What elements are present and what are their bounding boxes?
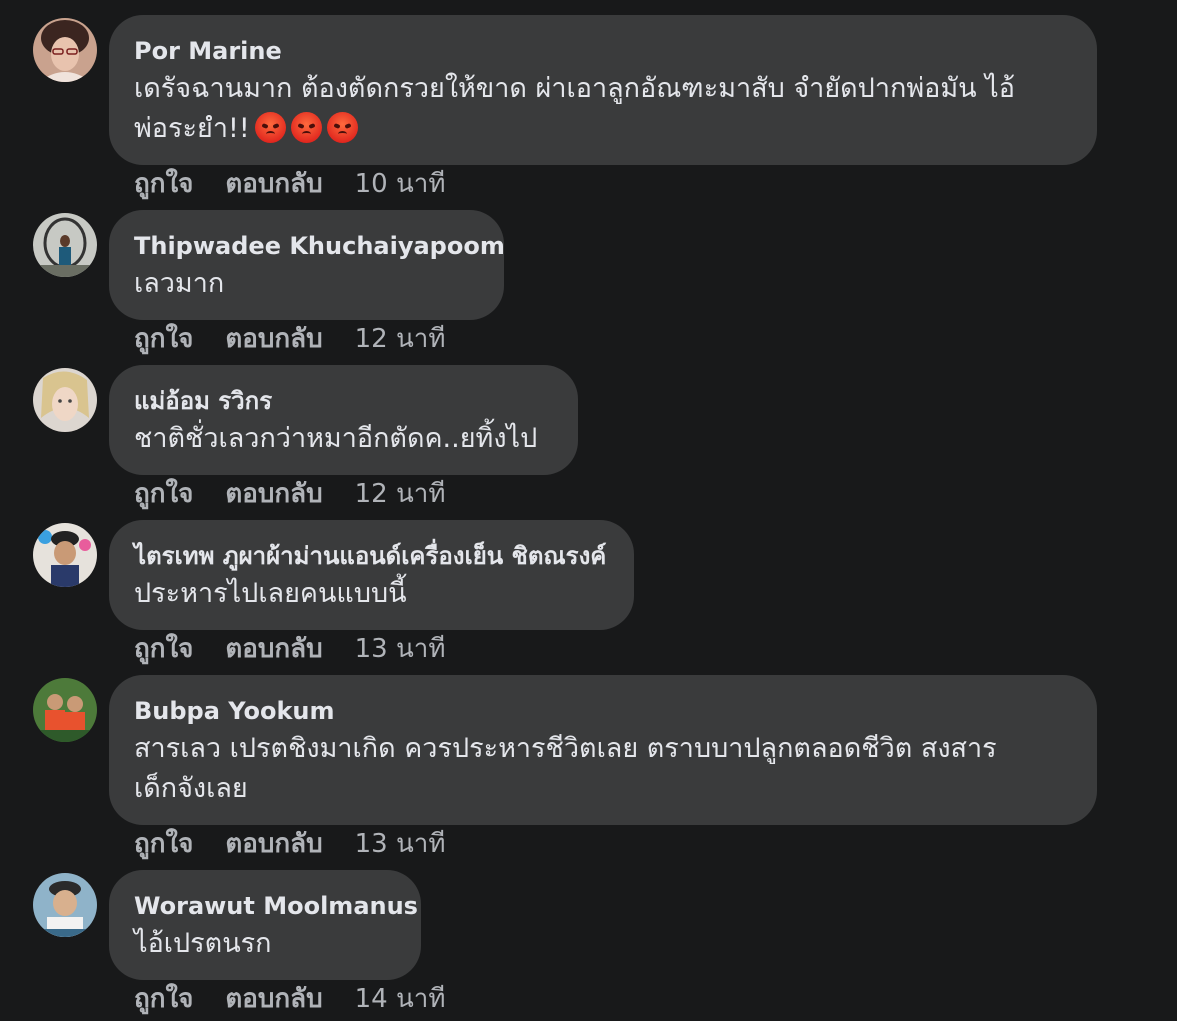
avatar[interactable] xyxy=(33,213,97,277)
comment-actions: ถูกใจ ตอบกลับ 10 นาที xyxy=(134,167,477,201)
comment-author[interactable]: ไตรเทพ ภูผาผ้าม่านแอนด์เครื่องเย็น ชิตณร… xyxy=(134,540,610,572)
comment-bubble: แม่อ้อม รวิกร ชาติชั่วเลวกว่าหมาอีกตัดค.… xyxy=(109,365,578,475)
avatar[interactable] xyxy=(33,523,97,587)
comment-text: เลวมาก xyxy=(134,268,225,299)
like-link[interactable]: ถูกใจ xyxy=(134,479,193,509)
comment-author[interactable]: Worawut Moolmanus xyxy=(134,890,418,922)
comment-bubble: Worawut Moolmanus ไอ้เปรตนรก xyxy=(109,870,421,980)
pouting-face-icon xyxy=(254,112,286,143)
comment-text: ประหารไปเลยคนแบบนี้ xyxy=(134,578,407,609)
comment-text: สารเลว เปรตชิงมาเกิด ควรประหารชีวิตเลย ต… xyxy=(134,729,1073,809)
avatar[interactable] xyxy=(33,873,97,937)
comment-bubble: ไตรเทพ ภูผาผ้าม่านแอนด์เครื่องเย็น ชิตณร… xyxy=(109,520,634,630)
comment-actions: ถูกใจ ตอบกลับ 13 นาที xyxy=(134,827,477,861)
pouting-face-icon xyxy=(290,112,322,143)
timestamp[interactable]: 13 นาที xyxy=(355,634,446,664)
comment-author[interactable]: Bubpa Yookum xyxy=(134,695,1073,727)
comment-actions: ถูกใจ ตอบกลับ 14 นาที xyxy=(134,982,477,1016)
reply-link[interactable]: ตอบกลับ xyxy=(225,829,322,859)
pouting-face-icon xyxy=(326,112,358,143)
avatar[interactable] xyxy=(33,678,97,742)
avatar[interactable] xyxy=(33,18,97,82)
comment-text-fragment: พ่อระยำ!! xyxy=(134,113,250,144)
reply-link[interactable]: ตอบกลับ xyxy=(225,479,322,509)
comment-author[interactable]: Por Marine xyxy=(134,35,1073,67)
comment-text-line: สารเลว เปรตชิงมาเกิด ควรประหารชีวิตเลย ต… xyxy=(134,733,997,764)
comment-text: ชาติชั่วเลวกว่าหมาอีกตัดค..ยทิ้งไป xyxy=(134,423,538,454)
comment-actions: ถูกใจ ตอบกลับ 13 นาที xyxy=(134,632,477,666)
like-link[interactable]: ถูกใจ xyxy=(134,169,193,199)
avatar[interactable] xyxy=(33,368,97,432)
comment-actions: ถูกใจ ตอบกลับ 12 นาที xyxy=(134,477,477,511)
reply-link[interactable]: ตอบกลับ xyxy=(225,984,322,1014)
comment-author[interactable]: Thipwadee Khuchaiyapoom xyxy=(134,230,505,262)
timestamp[interactable]: 10 นาที xyxy=(355,169,446,199)
like-link[interactable]: ถูกใจ xyxy=(134,829,193,859)
like-link[interactable]: ถูกใจ xyxy=(134,984,193,1014)
like-link[interactable]: ถูกใจ xyxy=(134,634,193,664)
timestamp[interactable]: 12 นาที xyxy=(355,324,446,354)
comment-text-line: เดรัจฉานมาก ต้องตัดกรวยให้ขาด ผ่าเอาลูกอ… xyxy=(134,73,1015,104)
comment-text-line: พ่อระยำ!! xyxy=(134,109,1073,149)
comment-actions: ถูกใจ ตอบกลับ 12 นาที xyxy=(134,322,477,356)
like-link[interactable]: ถูกใจ xyxy=(134,324,193,354)
comment-text: ไอ้เปรตนรก xyxy=(134,928,272,959)
reply-link[interactable]: ตอบกลับ xyxy=(225,634,322,664)
comment-author[interactable]: แม่อ้อม รวิกร xyxy=(134,385,554,417)
timestamp[interactable]: 13 นาที xyxy=(355,829,446,859)
comment-text: เดรัจฉานมาก ต้องตัดกรวยให้ขาด ผ่าเอาลูกอ… xyxy=(134,69,1073,149)
timestamp[interactable]: 12 นาที xyxy=(355,479,446,509)
comment-bubble: Por Marine เดรัจฉานมาก ต้องตัดกรวยให้ขาด… xyxy=(109,15,1097,165)
comment-bubble: Bubpa Yookum สารเลว เปรตชิงมาเกิด ควรประ… xyxy=(109,675,1097,825)
comment-bubble: Thipwadee Khuchaiyapoom เลวมาก xyxy=(109,210,505,320)
reply-link[interactable]: ตอบกลับ xyxy=(225,169,322,199)
reply-link[interactable]: ตอบกลับ xyxy=(225,324,322,354)
timestamp[interactable]: 14 นาที xyxy=(355,984,446,1014)
comment-text-line: เด็กจังเลย xyxy=(134,773,248,804)
